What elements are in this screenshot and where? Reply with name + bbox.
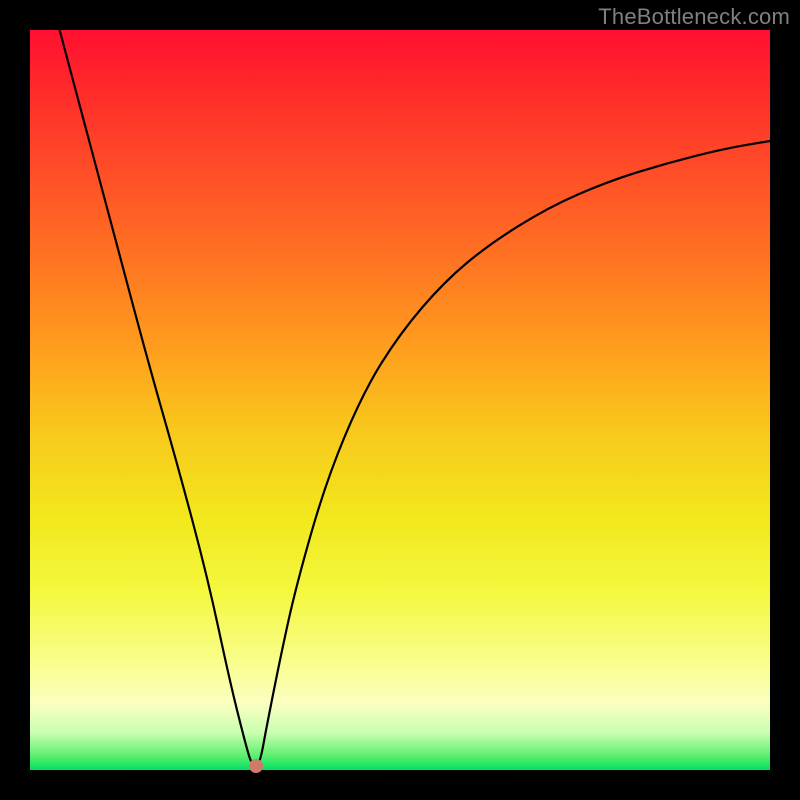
watermark-text: TheBottleneck.com <box>598 4 790 30</box>
plot-area <box>30 30 770 770</box>
minimum-marker <box>249 759 263 773</box>
curve-svg <box>30 30 770 770</box>
bottleneck-curve <box>60 30 770 766</box>
chart-frame: TheBottleneck.com <box>0 0 800 800</box>
